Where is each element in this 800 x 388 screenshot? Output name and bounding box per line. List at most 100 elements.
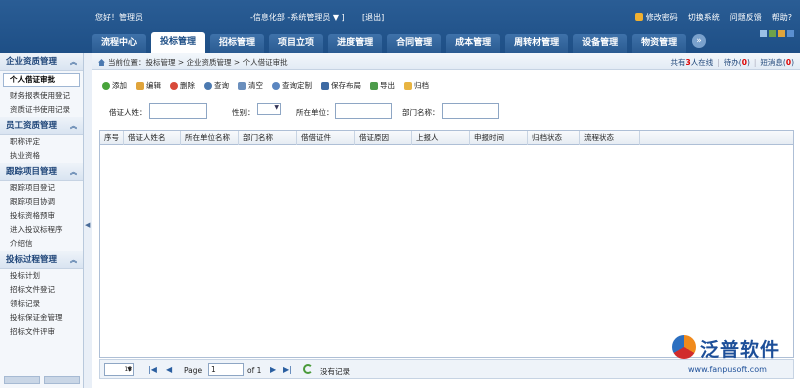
filter-bar: 借证人姓： 性别： ▼ 所在单位： 部门名称： [92,101,800,123]
tab-contract-management[interactable]: 合同管理 [387,34,442,53]
brand-logo: 泛普软件 www.fanpusoft.com [672,335,798,385]
search-button[interactable]: 查询 [204,80,229,91]
department-selector[interactable]: -信息化部 -系统管理员 ▼ ] [250,12,345,23]
sidebar-item-title-evaluation[interactable]: 职称评定 [0,135,83,149]
col-report-time[interactable]: 申报时间 [470,131,528,145]
sidebar-item-practice-qualification[interactable]: 执业资格 [0,149,83,163]
online-users[interactable]: 共有3人在线 [671,58,714,67]
double-chevron-right-icon[interactable]: » [692,34,706,48]
sidebar-item-personal-cert-approval[interactable]: 个人借证审批 [3,73,80,87]
col-borrower-name[interactable]: 借证人姓名 [124,131,181,145]
sidebar-item-bid-plan[interactable]: 投标计划 [0,269,83,283]
col-unit-name[interactable]: 所在单位名称 [181,131,239,145]
page-size-select[interactable]: 15 ▼ [104,363,134,376]
export-button[interactable]: 导出 [370,80,395,91]
sidebar-item-tracking-coordination[interactable]: 跟踪项目协调 [0,195,83,209]
tab-turnover-material[interactable]: 周转材管理 [505,34,569,53]
tab-bid-management[interactable]: 投标管理 [151,32,206,53]
col-process-status[interactable]: 流程状态 [580,131,640,145]
edit-button[interactable]: 编辑 [136,80,161,91]
sidebar-item-bid-collection-record[interactable]: 领标记录 [0,297,83,311]
data-grid: 序号 借证人姓名 所在单位名称 部门名称 借借证件 借证原因 上报人 申报时间 … [99,130,794,358]
tab-cost-management[interactable]: 成本管理 [446,34,501,53]
col-dept-name[interactable]: 部门名称 [239,131,297,145]
change-password-link[interactable]: 修改密码 [634,12,678,23]
borrower-label: 借证人姓： [109,108,147,117]
sidebar-item-enter-bidding[interactable]: 进入投议标程序 [0,223,83,237]
borrower-name-input[interactable] [149,103,207,119]
key-icon [634,13,643,21]
messages-link[interactable]: 短消息(0) [760,58,794,67]
layout-icon[interactable] [760,30,767,37]
theme-orange-icon[interactable] [778,30,785,37]
help-link[interactable]: 帮助? [772,12,792,23]
sidebar-section-tracking-projects[interactable]: 跟踪项目管理 ︽ [0,163,83,181]
sidebar-item-tender-doc-registration[interactable]: 招标文件登记 [0,283,83,297]
tab-tender-management[interactable]: 招标管理 [210,34,265,53]
tab-progress-management[interactable]: 进度管理 [328,34,383,53]
page-number-input[interactable]: 1 [208,363,244,376]
home-icon [98,59,105,66]
sidebar-section-enterprise-qualification[interactable]: 企业资质管理 ︽ [0,53,83,71]
prev-page-icon[interactable]: ◀ [166,365,172,374]
col-archive-status[interactable]: 归档状态 [528,131,580,145]
refresh-icon[interactable] [303,364,313,374]
page-total: of 1 [247,366,262,375]
sidebar-splitter[interactable]: ◀ [84,53,92,388]
custom-query-icon [272,81,280,90]
tab-equipment-management[interactable]: 设备管理 [573,34,628,53]
dept-label: 部门名称： [402,108,440,117]
breadcrumb: 当前位置：投标管理 > 企业资质管理 > 个人借证审批 [98,57,288,68]
save-layout-button[interactable]: 保存布局 [321,80,361,91]
tab-process-center[interactable]: 流程中心 [92,34,147,53]
next-page-icon[interactable]: ▶ [270,365,276,374]
window-controls [760,30,794,37]
sidebar-item-prequalification[interactable]: 投标资格预审 [0,209,83,223]
sidebar-item-bid-bond[interactable]: 投标保证金管理 [0,311,83,325]
last-page-icon[interactable]: ▶| [283,365,292,374]
first-page-icon[interactable]: |◀ [148,365,157,374]
search-icon [204,81,212,90]
theme-blue-icon[interactable] [787,30,794,37]
sidebar-item-intro-letter[interactable]: 介绍信 [0,237,83,251]
sidebar-section-employee-qualification[interactable]: 员工资质管理 ︽ [0,117,83,135]
sidebar-item-financial-report-usage[interactable]: 财务报表使用登记 [0,89,83,103]
toolbar: 添加 编辑 删除 查询 清空 查询定制 保存布局 导出 归档 [102,80,429,91]
theme-green-icon[interactable] [769,30,776,37]
switch-system-link[interactable]: 切换系统 [688,12,720,23]
archive-button[interactable]: 归档 [404,80,429,91]
scroll-up-button[interactable] [4,376,40,384]
col-index[interactable]: 序号 [100,131,124,145]
add-button[interactable]: 添加 [102,80,127,91]
sidebar-item-cert-usage-record[interactable]: 资质证书使用记录 [0,103,83,117]
chevron-up-icon: ︽ [70,122,77,130]
collapse-left-icon[interactable]: ◀ [85,221,90,229]
col-reporter[interactable]: 上报人 [412,131,470,145]
delete-button[interactable]: 删除 [170,80,195,91]
todo-link[interactable]: 待办(0) [724,58,750,67]
pencil-icon [136,81,144,90]
sidebar-item-tracking-registration[interactable]: 跟踪项目登记 [0,181,83,195]
col-certificate[interactable]: 借借证件 [297,131,355,145]
custom-query-button[interactable]: 查询定制 [272,80,312,91]
logout-link[interactable]: [退出] [362,12,384,23]
plus-icon [102,81,110,90]
status-info: 共有3人在线 | 待办(0) | 短消息(0) [670,58,794,67]
page-label: Page [184,366,203,375]
logo-mark-icon [672,335,696,359]
dept-input[interactable] [442,103,499,119]
brand-name: 泛普软件 [700,339,781,361]
feedback-link[interactable]: 问题反馈 [730,12,762,23]
top-header: 您好！管理员 -信息化部 -系统管理员 ▼ ] [退出] 修改密码 切换系统 问… [0,0,800,53]
sidebar-item-tender-doc-review[interactable]: 招标文件评审 [0,325,83,339]
col-reason[interactable]: 借证原因 [355,131,412,145]
clear-icon [238,81,246,90]
tab-project-initiation[interactable]: 项目立项 [269,34,324,53]
chevron-up-icon: ︽ [70,58,77,66]
gender-select[interactable]: ▼ [257,103,281,115]
sidebar-section-bidding-process[interactable]: 投标过程管理 ︽ [0,251,83,269]
unit-input[interactable] [335,103,392,119]
tab-materials-management[interactable]: 物资管理 [632,34,687,53]
scroll-down-button[interactable] [44,376,80,384]
clear-button[interactable]: 清空 [238,80,263,91]
